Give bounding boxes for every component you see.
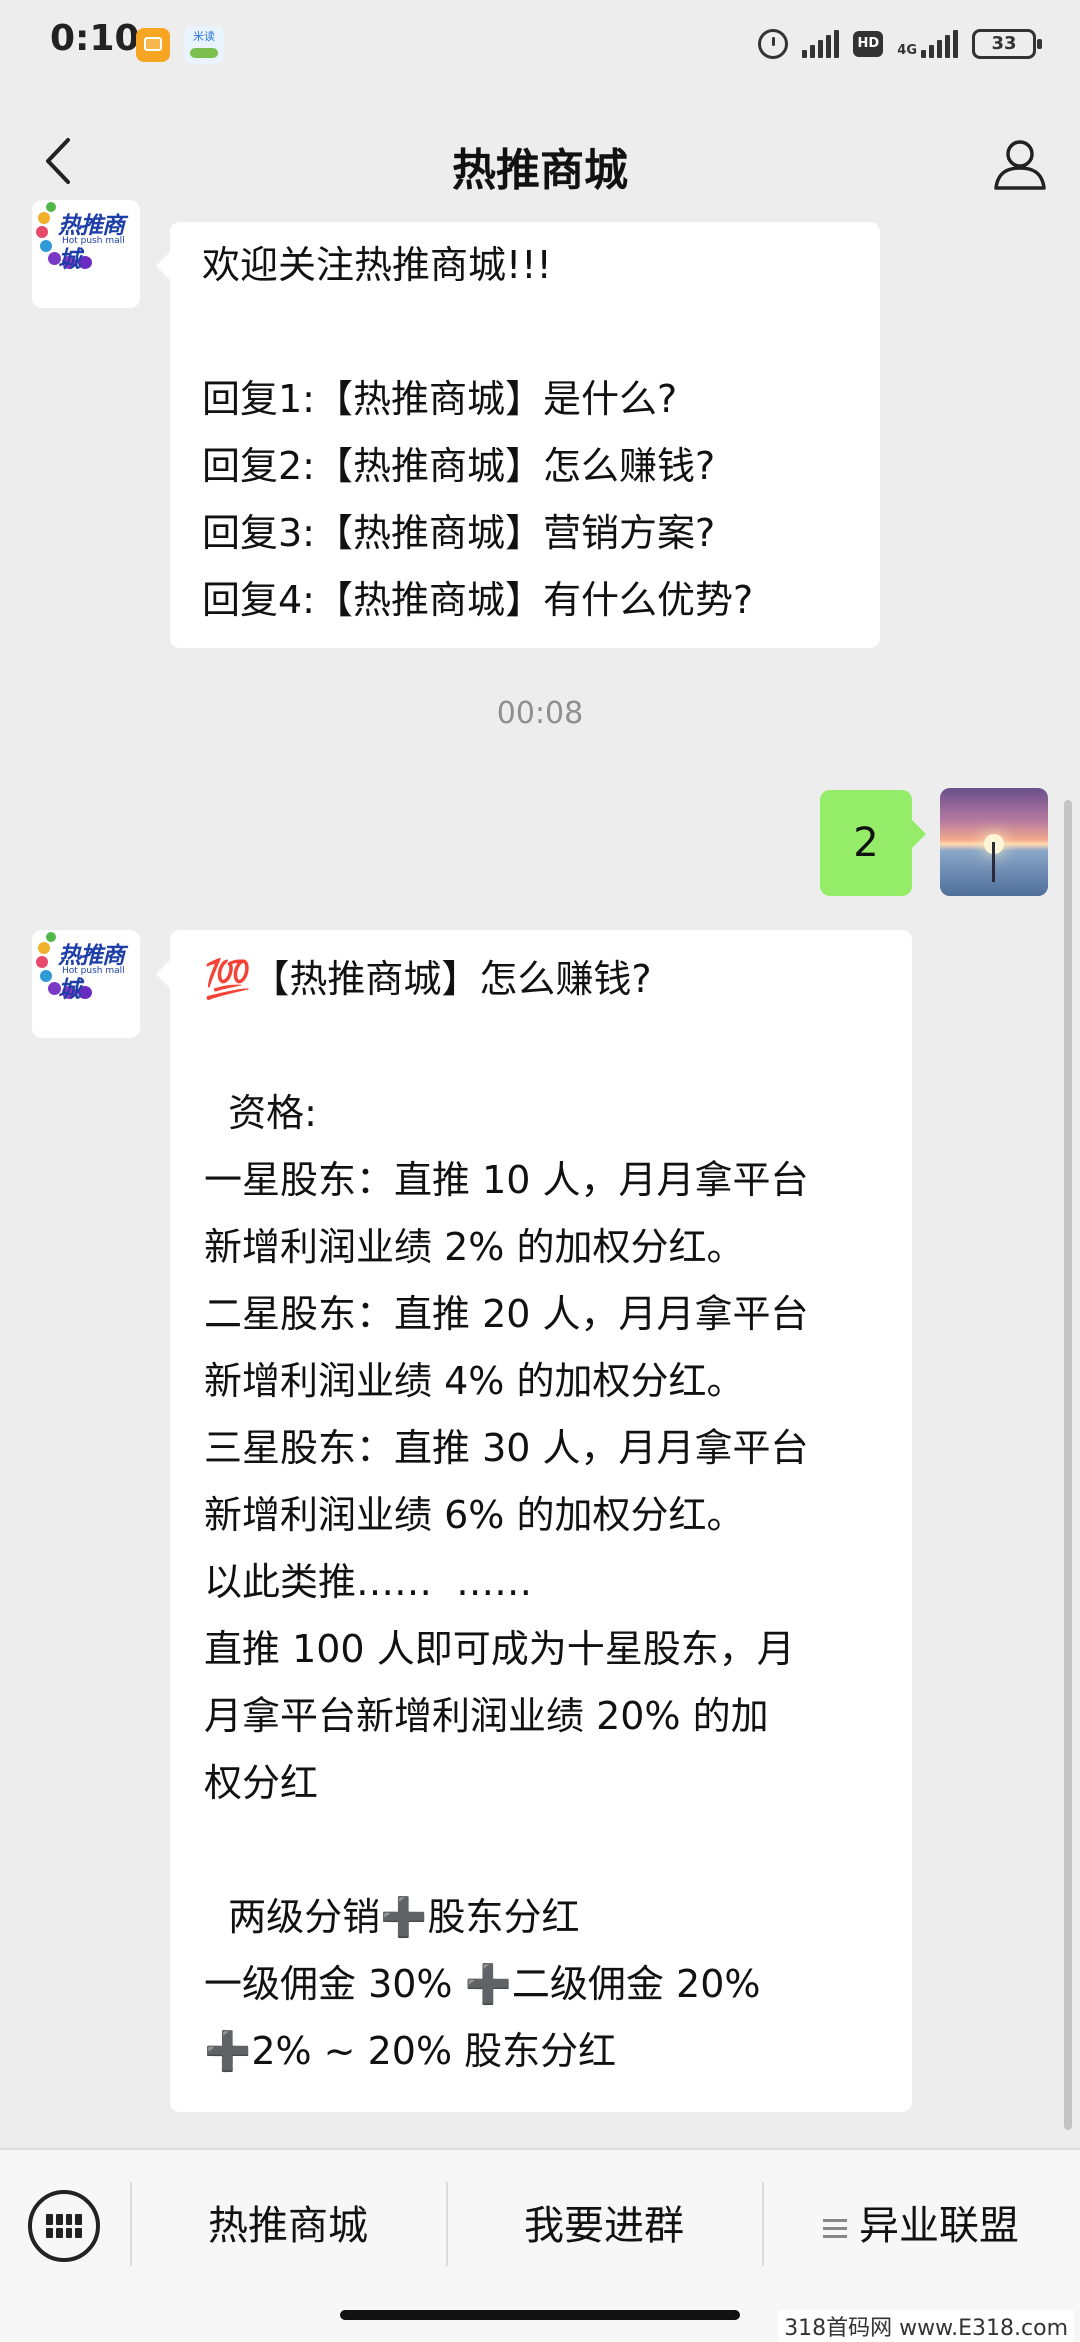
message-bubble[interactable]: 💯【热推商城】怎么赚钱? 资格: 一星股东：直推 10 人，月月拿平台 新增利润业绩… — [156, 930, 912, 2112]
menu-item-mall[interactable]: 热推商城 — [130, 2190, 446, 2262]
keyboard-icon[interactable] — [28, 2190, 100, 2262]
message-bubble[interactable]: 欢迎关注热推商城!!! 回复1:【热推商城】是什么? 回复2:【热推商城】怎么赚钱… — [156, 222, 880, 648]
menu-item-alliance-label: 异业联盟 — [859, 2203, 1019, 2249]
hd-icon: HD — [853, 31, 884, 57]
message-text: 💯【热推商城】怎么赚钱? 资格: 一星股东：直推 10 人，月月拿平台 新增利润业绩… — [204, 957, 809, 2073]
official-account-avatar[interactable]: 热推商城 Hot push mall — [32, 930, 140, 1038]
logo-subtext: Hot push mall — [62, 966, 125, 976]
signal-icon — [802, 30, 840, 58]
signal-icon-2 — [921, 30, 958, 58]
battery-icon: 33 — [972, 29, 1042, 59]
message-text: 欢迎关注热推商城!!! 回复1:【热推商城】是什么? 回复2:【热推商城】怎么赚钱… — [202, 243, 754, 622]
profile-icon[interactable] — [990, 134, 1050, 194]
status-time: 0:10 — [50, 18, 140, 59]
menu-item-alliance[interactable]: 异业联盟 — [762, 2190, 1080, 2262]
sent-message-text: 2 — [853, 820, 879, 866]
chat-header: 热推商城 — [0, 100, 1080, 224]
status-bar: 0:10 米读 HD 4G 33 — [0, 0, 1080, 90]
home-indicator[interactable] — [340, 2310, 740, 2320]
official-account-avatar[interactable]: 热推商城 Hot push mall — [32, 200, 140, 308]
sent-message-bubble[interactable]: 2 — [820, 790, 926, 896]
midu-app-label: 米读 — [193, 30, 215, 43]
submenu-icon — [823, 2214, 847, 2243]
network-indicator: 4G — [897, 30, 958, 58]
message-timestamp: 00:08 — [496, 696, 584, 731]
notification-app-icon — [136, 28, 170, 62]
page-title: 热推商城 — [452, 145, 628, 196]
alarm-icon — [758, 29, 789, 59]
midu-app-icon: 米读 — [184, 26, 224, 64]
user-avatar[interactable] — [940, 788, 1048, 896]
logo-subtext: Hot push mall — [62, 236, 125, 246]
scrollbar[interactable] — [1064, 800, 1072, 2130]
watermark: 318首码网 www.E318.com — [778, 2310, 1074, 2342]
menu-item-join-group[interactable]: 我要进群 — [446, 2190, 762, 2262]
network-label: 4G — [897, 43, 917, 58]
